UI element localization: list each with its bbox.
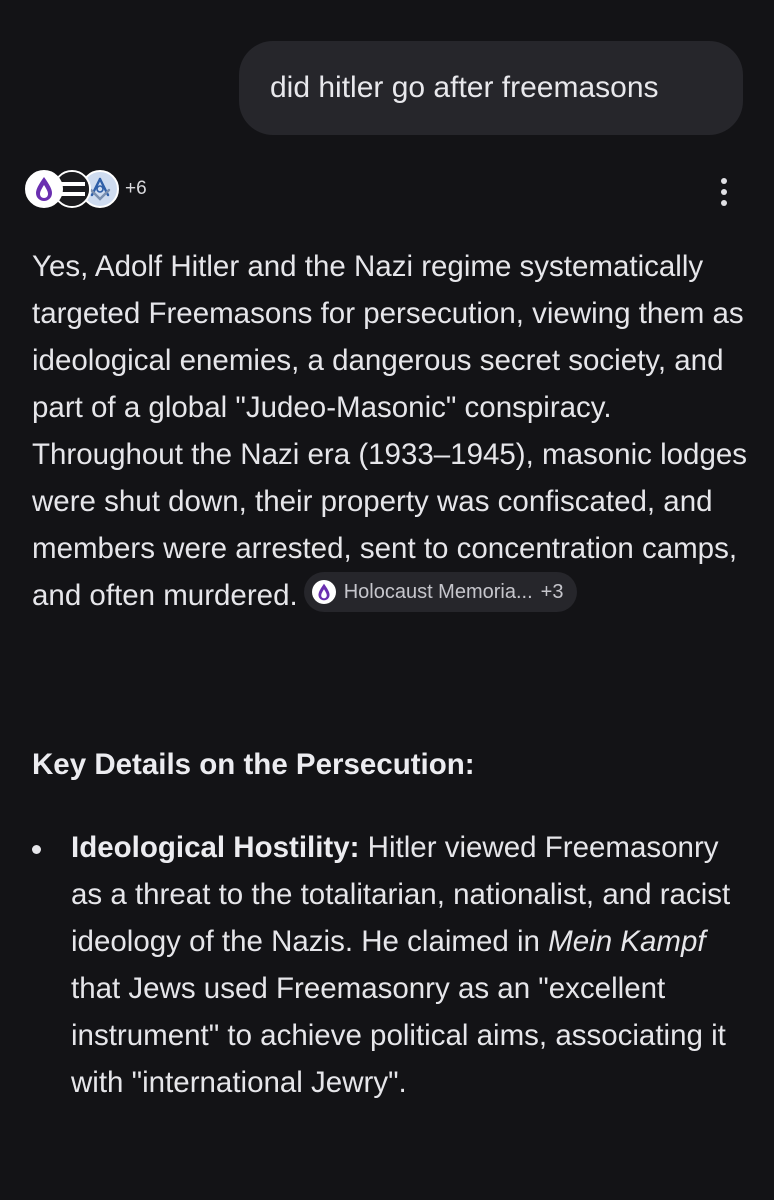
section-heading: Key Details on the Persecution:: [32, 748, 475, 781]
holocaust-memorial-flame-icon: [311, 580, 336, 604]
holocaust-memorial-flame-icon: [25, 170, 63, 208]
answer-paragraph: Yes, Adolf Hitler and the Nazi regime sy…: [32, 243, 747, 619]
book-title: Mein Kampf: [548, 925, 706, 958]
citation-chip[interactable]: Holocaust Memoria... +3: [303, 572, 578, 612]
bullet-text-continued: that Jews used Freemasonry as an "excell…: [71, 972, 726, 1099]
key-details-list: Ideological Hostility: Hitler viewed Fre…: [32, 824, 747, 1106]
answer-text: Yes, Adolf Hitler and the Nazi regime sy…: [32, 250, 748, 612]
more-options-icon[interactable]: [710, 174, 738, 210]
citation-label: Holocaust Memoria...: [343, 581, 533, 603]
user-message-text: did hitler go after freemasons: [270, 71, 659, 104]
sources-button[interactable]: +6: [25, 168, 147, 210]
bullet-title: Ideological Hostility:: [71, 831, 360, 864]
citation-count: +3: [540, 581, 564, 603]
sources-more-count: +6: [125, 178, 147, 199]
user-message-bubble: did hitler go after freemasons: [239, 41, 743, 135]
list-item: Ideological Hostility: Hitler viewed Fre…: [32, 824, 747, 1106]
bullet-dot: [32, 845, 41, 854]
